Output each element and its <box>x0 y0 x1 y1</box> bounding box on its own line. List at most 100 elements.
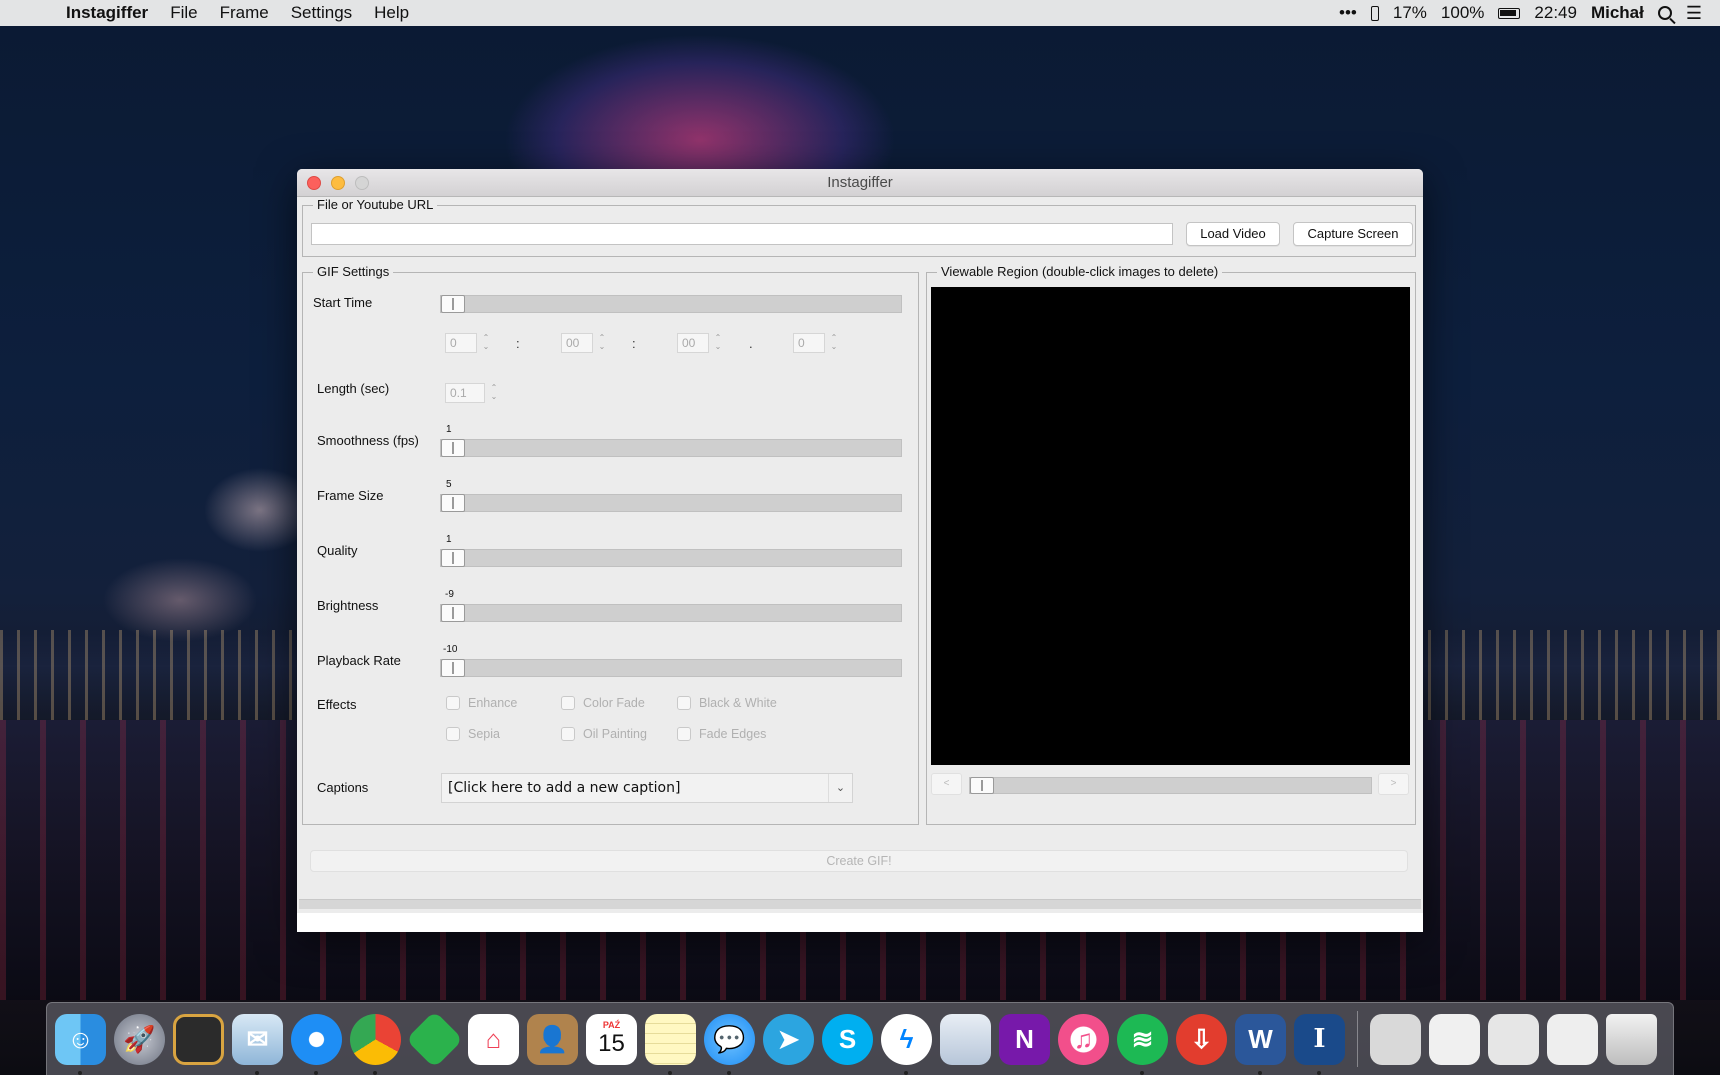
brightness-slider[interactable] <box>440 604 902 622</box>
spotlight-search-icon[interactable] <box>1657 6 1672 20</box>
playback-rate-slider[interactable] <box>440 659 902 677</box>
checkbox-box[interactable] <box>561 696 575 710</box>
skype-icon[interactable]: S <box>822 1013 873 1065</box>
start-hours-stepper[interactable]: ⌃ ⌄ <box>481 333 491 353</box>
effect-enhance-checkbox[interactable]: Enhance <box>446 696 517 710</box>
slider-thumb[interactable] <box>441 439 465 457</box>
url-group-title: File or Youtube URL <box>313 197 438 212</box>
create-gif-button[interactable]: Create GIF! <box>310 850 1408 872</box>
mail-icon[interactable]: ✉ <box>232 1013 283 1075</box>
checkbox-box[interactable] <box>677 696 691 710</box>
start-seconds-stepper[interactable]: ⌃ ⌄ <box>713 333 723 353</box>
minimize-window-button[interactable] <box>331 176 345 190</box>
checkbox-box[interactable] <box>446 727 460 741</box>
next-frame-button[interactable]: > <box>1378 773 1409 795</box>
slider-thumb[interactable] <box>441 604 465 622</box>
window-titlebar[interactable]: Instagiffer <box>297 169 1423 197</box>
safari-icon[interactable] <box>291 1013 342 1075</box>
quality-value: 1 <box>446 534 452 545</box>
load-video-button[interactable]: Load Video <box>1186 222 1280 246</box>
capture-screen-button[interactable]: Capture Screen <box>1293 222 1413 246</box>
onenote-icon[interactable]: N <box>999 1013 1050 1065</box>
smoothness-slider[interactable] <box>440 439 902 457</box>
playback-rate-label: Playback Rate <box>317 653 401 668</box>
documents-stack-icon[interactable] <box>1429 1013 1480 1065</box>
instagiffer-dock-icon[interactable]: I <box>1294 1013 1345 1075</box>
gif-settings-title: GIF Settings <box>313 264 394 279</box>
slider-thumb[interactable] <box>970 777 994 794</box>
finder-icon[interactable]: ☺ <box>55 1013 106 1075</box>
clock[interactable]: 22:49 <box>1534 3 1577 23</box>
quality-slider[interactable] <box>440 549 902 567</box>
effect-label: Enhance <box>468 696 518 710</box>
messenger-icon[interactable]: ϟ <box>881 1013 932 1075</box>
effect-color-fade-checkbox[interactable]: Color Fade <box>561 696 645 710</box>
start-fraction-field[interactable]: 0 <box>793 333 825 353</box>
length-field[interactable]: 0.1 <box>445 383 485 403</box>
slider-thumb[interactable] <box>441 659 465 677</box>
menu-help[interactable]: Help <box>374 3 409 23</box>
contacts-icon[interactable]: 👤 <box>527 1013 578 1065</box>
notification-center-icon[interactable]: ☰ <box>1686 3 1702 24</box>
checkbox-box[interactable] <box>677 727 691 741</box>
time-separator: . <box>749 336 753 351</box>
messages-icon[interactable]: 💬 <box>704 1013 755 1075</box>
menu-frame[interactable]: Frame <box>220 3 269 23</box>
phone-battery-icon[interactable] <box>1370 5 1379 21</box>
chevron-down-icon[interactable]: ⌄ <box>828 774 852 802</box>
itunes-icon[interactable]: ♫ <box>1058 1013 1109 1065</box>
start-seconds-field[interactable]: 00 <box>677 333 709 353</box>
start-minutes-field[interactable]: 00 <box>561 333 593 353</box>
trash-icon[interactable] <box>1606 1013 1657 1065</box>
effect-black-white-checkbox[interactable]: Black & White <box>677 696 777 710</box>
calendar-icon[interactable]: PAŹ 15 <box>586 1013 637 1065</box>
battery-icon[interactable] <box>1498 7 1521 19</box>
slider-thumb[interactable] <box>441 295 465 313</box>
chrome-icon[interactable] <box>350 1013 401 1075</box>
more-icon[interactable]: ••• <box>1339 3 1357 23</box>
transmit-icon[interactable]: ⇩ <box>1176 1013 1227 1065</box>
notes-icon[interactable] <box>645 1013 696 1075</box>
telegram-icon[interactable]: ➤ <box>763 1013 814 1065</box>
frame-slider[interactable] <box>969 777 1372 794</box>
pocket-icon[interactable]: ⌂ <box>468 1013 519 1065</box>
instagiffer-window: Instagiffer File or Youtube URL Load Vid… <box>297 169 1423 932</box>
word-icon[interactable]: W <box>1235 1013 1286 1075</box>
length-stepper[interactable]: ⌃ ⌄ <box>489 383 499 403</box>
status-area: ••• 17% 100% 22:49 Michał ☰ <box>1339 3 1702 24</box>
start-minutes-stepper[interactable]: ⌃ ⌄ <box>597 333 607 353</box>
url-group: File or Youtube URL Load Video Capture S… <box>302 197 1416 257</box>
slider-thumb[interactable] <box>441 549 465 567</box>
minimized-window-icon[interactable] <box>1488 1013 1539 1065</box>
menu-file[interactable]: File <box>170 3 197 23</box>
effect-fade-edges-checkbox[interactable]: Fade Edges <box>677 727 766 741</box>
start-fraction-stepper[interactable]: ⌃ ⌄ <box>829 333 839 353</box>
feedly-icon[interactable] <box>405 1010 464 1068</box>
close-window-button[interactable] <box>307 176 321 190</box>
calendar-month: PAŹ <box>602 1020 621 1030</box>
spotify-icon[interactable]: ≋ <box>1117 1013 1168 1075</box>
zoom-window-button[interactable] <box>355 176 369 190</box>
effect-oil-painting-checkbox[interactable]: Oil Painting <box>561 727 647 741</box>
preview-icon[interactable] <box>940 1013 991 1065</box>
minimized-window-icon[interactable] <box>1547 1013 1598 1065</box>
frame-size-slider[interactable] <box>440 494 902 512</box>
url-input[interactable] <box>311 223 1173 245</box>
app-menu[interactable]: Instagiffer <box>66 3 148 23</box>
effect-sepia-checkbox[interactable]: Sepia <box>446 727 500 741</box>
caption-dropdown[interactable]: [Click here to add a new caption] ⌄ <box>441 773 853 803</box>
slider-thumb[interactable] <box>441 494 465 512</box>
user-menu[interactable]: Michał <box>1591 3 1644 23</box>
checkbox-box[interactable] <box>446 696 460 710</box>
photo-slideshow-icon[interactable] <box>173 1013 224 1065</box>
preview-canvas[interactable] <box>931 287 1410 765</box>
checkbox-box[interactable] <box>561 727 575 741</box>
captions-label: Captions <box>317 780 369 795</box>
launchpad-icon[interactable]: 🚀 <box>114 1013 165 1065</box>
start-time-slider[interactable] <box>440 295 902 313</box>
start-hours-field[interactable]: 0 <box>445 333 477 353</box>
downloads-stack-icon[interactable] <box>1370 1013 1421 1065</box>
prev-frame-button[interactable]: < <box>931 773 962 795</box>
apple-menu-icon[interactable] <box>24 3 44 23</box>
menu-settings[interactable]: Settings <box>291 3 352 23</box>
